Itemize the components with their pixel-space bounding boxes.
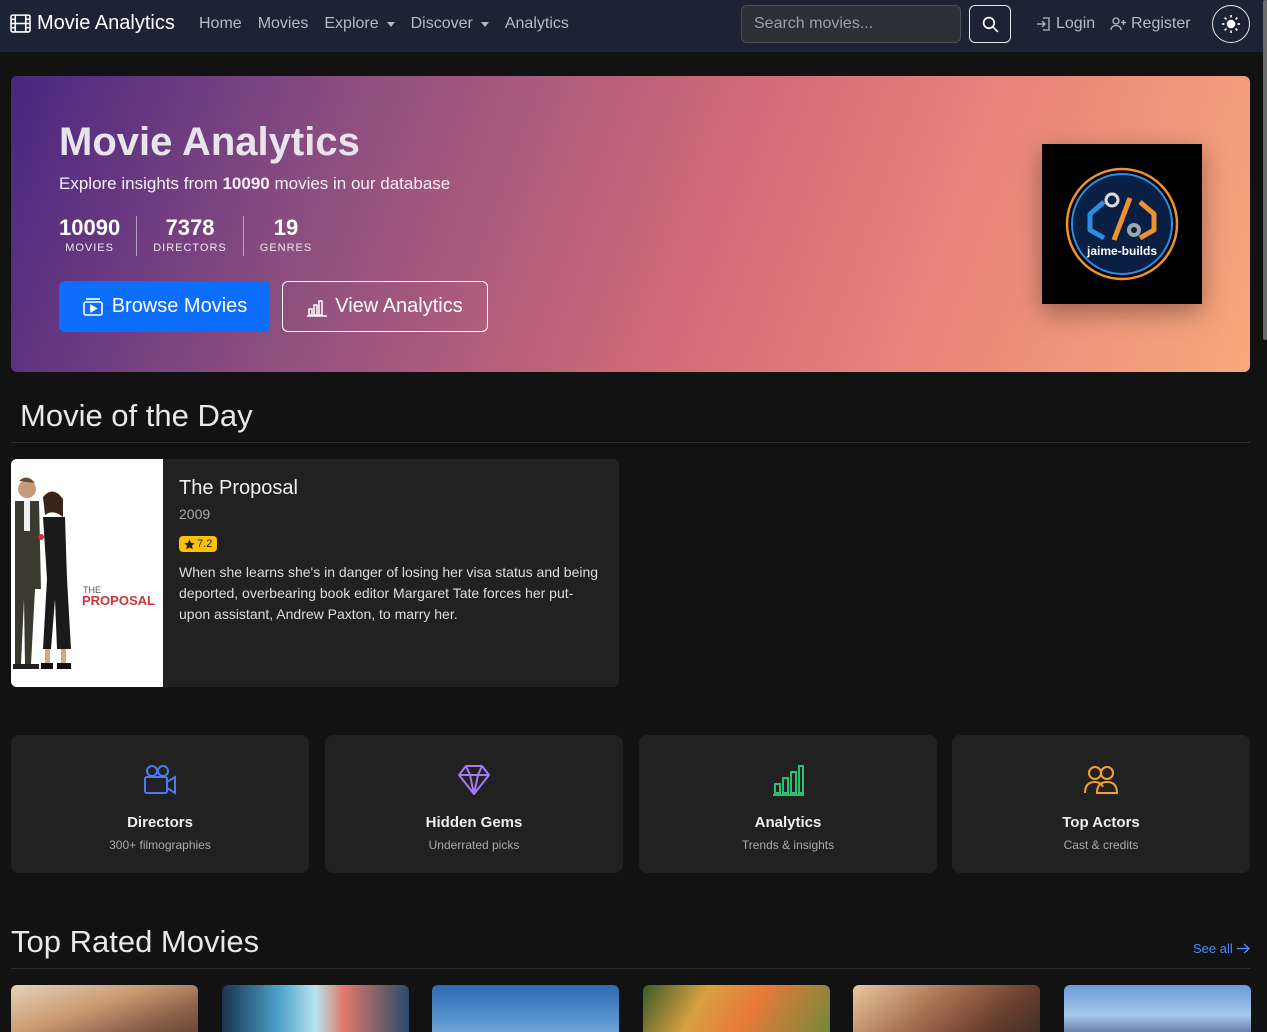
movie-poster[interactable]: THE PROPOSAL — [11, 459, 163, 687]
register-label: Register — [1131, 15, 1191, 32]
nav-link-label: Home — [199, 15, 242, 32]
hero-title: Movie Analytics — [59, 120, 360, 164]
divider — [11, 968, 1250, 969]
nav-link-label: Explore — [324, 15, 379, 32]
hero-stats: 10090 MOVIES 7378 DIRECTORS 19 GENRES — [59, 216, 328, 256]
movie-poster-thumb[interactable] — [222, 985, 409, 1032]
camera-video-icon — [144, 765, 176, 795]
view-analytics-label: View Analytics — [335, 295, 463, 317]
nav-link-label: Analytics — [504, 15, 569, 32]
stat-movies: 10090 MOVIES — [59, 215, 138, 256]
brand-label: Movie Analytics — [37, 12, 175, 34]
movie-year: 2009 — [179, 506, 211, 522]
nav-link-label: Discover — [410, 15, 473, 32]
play-btn-icon — [82, 297, 103, 316]
nav-dropdown-explore[interactable]: Explore — [324, 15, 395, 33]
brand[interactable]: Movie Analytics — [10, 12, 175, 35]
poster-image: THE PROPOSAL — [11, 459, 163, 687]
bar-chart-icon — [307, 299, 328, 317]
poster-text-title: PROPOSAL — [82, 593, 155, 608]
feature-title: Directors — [127, 814, 193, 831]
section-title-movie-of-day: Movie of the Day — [20, 398, 253, 433]
movie-description: When she learns she's in danger of losin… — [179, 564, 599, 622]
search-button[interactable] — [969, 5, 1011, 43]
hero-subtitle-suffix: movies in our database — [269, 174, 451, 193]
stat-label: GENRES — [259, 242, 313, 254]
movie-poster-thumb[interactable] — [432, 985, 619, 1032]
stat-value: 19 — [273, 215, 299, 240]
section-title-top-rated: Top Rated Movies — [11, 924, 260, 959]
search-input[interactable] — [741, 5, 961, 43]
feature-card-analytics[interactable]: Analytics Trends & insights — [639, 735, 937, 873]
see-all-link[interactable]: See all — [1193, 941, 1250, 956]
browse-movies-label: Browse Movies — [111, 295, 248, 317]
rating-value: 7.2 — [197, 538, 213, 550]
navbar: Movie Analytics Home Movies Explore Disc… — [0, 0, 1267, 52]
view-analytics-button[interactable]: View Analytics — [282, 281, 488, 332]
nav-link-analytics[interactable]: Analytics — [505, 15, 569, 33]
feature-subtitle: Underrated picks — [428, 838, 520, 852]
feature-card-directors[interactable]: Directors 300+ filmographies — [11, 735, 309, 873]
scrollbar[interactable] — [1263, 0, 1267, 340]
divider — [11, 442, 1250, 443]
nav-link-label: Movies — [257, 15, 309, 32]
movie-of-day-card[interactable]: THE PROPOSAL The Proposal 2009 7.2 When … — [11, 459, 619, 687]
login-icon — [1037, 17, 1050, 31]
stat-value: 10090 — [59, 215, 121, 240]
login-link[interactable]: Login — [1036, 15, 1095, 33]
see-all-label: See all — [1193, 941, 1233, 956]
nav-dropdown-discover[interactable]: Discover — [411, 15, 489, 33]
search-icon — [982, 16, 999, 33]
star-icon — [184, 538, 195, 549]
movie-poster-thumb[interactable] — [11, 985, 198, 1032]
people-icon — [1084, 766, 1118, 794]
feature-subtitle: 300+ filmographies — [109, 838, 211, 852]
person-plus-icon — [1110, 17, 1126, 31]
jaime-builds-logo: jaime-builds — [1042, 144, 1202, 304]
feature-subtitle: Cast & credits — [1063, 838, 1139, 852]
movie-poster-thumb[interactable] — [853, 985, 1040, 1032]
movie-title[interactable]: The Proposal — [179, 477, 298, 500]
film-icon — [10, 14, 31, 33]
feature-title: Analytics — [754, 814, 822, 831]
logo-emblem: jaime-builds — [1065, 167, 1179, 281]
logo-text: jaime-builds — [1086, 244, 1157, 258]
movie-poster-thumb[interactable] — [1064, 985, 1251, 1032]
stat-genres: 19 GENRES — [244, 216, 328, 256]
hero-banner: Movie Analytics Explore insights from 10… — [11, 76, 1250, 372]
nav-link-movies[interactable]: Movies — [258, 15, 309, 33]
nav-link-home[interactable]: Home — [199, 15, 242, 33]
feature-title: Hidden Gems — [425, 814, 523, 831]
stat-directors: 7378 DIRECTORS — [137, 216, 244, 256]
rating-badge: 7.2 — [179, 536, 218, 552]
bar-chart-icon — [773, 765, 804, 796]
movie-poster-thumb[interactable] — [643, 985, 830, 1032]
feature-subtitle: Trends & insights — [741, 838, 835, 852]
browse-movies-button[interactable]: Browse Movies — [59, 281, 270, 332]
hero-subtitle-prefix: Explore insights from — [59, 174, 223, 193]
stat-value: 7378 — [165, 215, 215, 240]
stat-label: MOVIES — [65, 242, 114, 254]
feature-card-hidden-gems[interactable]: Hidden Gems Underrated picks — [325, 735, 623, 873]
arrow-right-icon — [1236, 943, 1250, 954]
register-link[interactable]: Register — [1110, 15, 1191, 33]
nav-links: Home Movies Explore Discover Analytics — [199, 15, 585, 33]
caret-down-icon — [386, 21, 395, 27]
sun-icon — [1222, 15, 1240, 33]
hero-subtitle-count: 10090 — [222, 174, 270, 193]
login-label: Login — [1056, 15, 1096, 32]
feature-title: Top Actors — [1062, 814, 1140, 831]
stat-label: DIRECTORS — [153, 242, 227, 254]
hero-subtitle: Explore insights from 10090 movies in ou… — [59, 174, 450, 194]
feature-card-top-actors[interactable]: Top Actors Cast & credits — [952, 735, 1250, 873]
gem-icon — [458, 765, 490, 795]
theme-toggle-button[interactable] — [1212, 5, 1250, 43]
caret-down-icon — [480, 21, 489, 27]
